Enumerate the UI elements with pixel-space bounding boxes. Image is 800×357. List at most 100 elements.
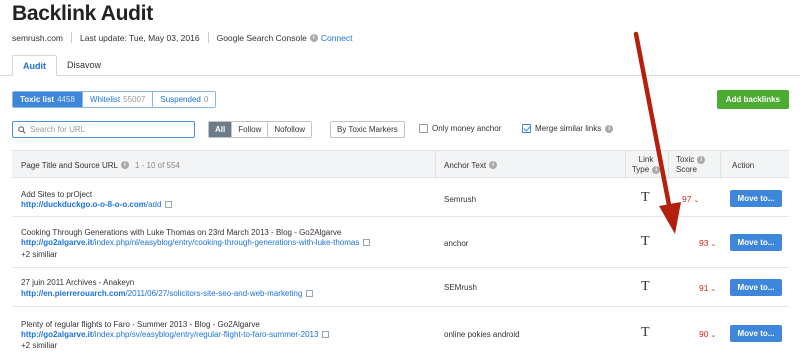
page-title: Backlink Audit [12, 2, 153, 25]
table-row: Cooking Through Generations with Luke Th… [12, 218, 789, 268]
toxic-score-value: 93 [699, 238, 709, 248]
divider [435, 151, 436, 179]
row-title: Plenty of regular flights to Faro - Summ… [21, 320, 260, 329]
col-anchor-text[interactable]: Anchor Text i [444, 151, 498, 179]
search-box [12, 121, 195, 138]
project-domain: semrush.com [12, 32, 64, 43]
table-header: Page Title and Source URL i 1 - 10 of 55… [12, 150, 789, 179]
url-path[interactable]: /add [146, 200, 162, 209]
tab-audit[interactable]: Audit [12, 55, 57, 76]
row-title: 27 juin 2011 Archives - Anakeyn [21, 278, 135, 287]
whitelist-button[interactable]: Whitelist 55007 [82, 92, 154, 107]
col-link-type[interactable]: Link Type i [631, 151, 661, 179]
col-link-type-label-1: Link [638, 155, 654, 164]
checkbox[interactable] [419, 124, 428, 133]
external-link-icon[interactable] [306, 290, 314, 297]
toxic-score-value: 97 [682, 194, 692, 204]
gsc-label: Google Search Console [216, 32, 307, 43]
row-url[interactable]: http://go2algarve.it/index.php/sv/easybl… [21, 330, 330, 339]
url-domain[interactable]: http://go2algarve.it [21, 238, 93, 247]
toxic-list-count: 4458 [57, 95, 75, 104]
chevron-down-icon: ⌄ [693, 197, 700, 204]
divider [720, 151, 721, 179]
col-action-label: Action [732, 160, 755, 170]
external-link-icon[interactable] [165, 201, 173, 208]
divider [625, 151, 626, 179]
search-icon [18, 126, 26, 134]
url-path[interactable]: /2011/06/27/solicitors-site-seo-and-web-… [125, 289, 302, 298]
info-icon[interactable]: i [489, 161, 498, 169]
table-row: Plenty of regular flights to Faro - Summ… [12, 308, 789, 357]
whitelist-label: Whitelist [89, 95, 121, 104]
info-icon[interactable]: i [605, 124, 614, 133]
tab-bar: Audit Disavow [12, 55, 111, 76]
move-to-button[interactable]: Move to... [730, 234, 782, 251]
similar-count[interactable]: +2 similiar [21, 250, 57, 259]
suspended-button[interactable]: Suspended 0 [153, 92, 216, 107]
chevron-down-icon: ⌄ [710, 286, 717, 293]
filter-all[interactable]: All [209, 122, 233, 137]
toxic-score[interactable]: 93 ⌄ [699, 238, 716, 248]
col-link-type-label-2: Type [631, 165, 650, 174]
only-money-anchor-checkbox[interactable]: Only money anchor [419, 124, 501, 133]
table-row: Add Sites to prOject http://duckduckgo.o… [12, 179, 789, 217]
col-action: Action [732, 151, 754, 179]
row-url[interactable]: http://duckduckgo.o-o-8-o-o.com/add [21, 200, 173, 209]
filter-nofollow[interactable]: Nofollow [268, 122, 312, 137]
toxic-score[interactable]: 91 ⌄ [699, 283, 716, 293]
merge-similar-links-checkbox[interactable]: Merge similar links i [522, 124, 614, 133]
external-link-icon[interactable] [322, 331, 330, 338]
suspended-count: 0 [203, 95, 209, 104]
url-path[interactable]: /index.php/sv/easyblog/entry/regular-fli… [93, 330, 319, 339]
col-link-type-row-2: Type i [631, 165, 661, 175]
link-type-text-icon: T [641, 190, 650, 205]
row-title: Cooking Through Generations with Luke Th… [21, 228, 342, 237]
url-domain[interactable]: http://en.pierrerouarch.com [21, 289, 125, 298]
result-range: 1 - 10 of 554 [134, 160, 180, 170]
url-domain[interactable]: http://go2algarve.it [21, 330, 93, 339]
move-to-button[interactable]: Move to... [730, 325, 782, 342]
link-type-text-icon: T [641, 279, 650, 294]
url-domain[interactable]: http://duckduckgo.o-o-8-o-o.com [21, 200, 146, 209]
chevron-down-icon: ⌄ [710, 241, 717, 248]
divider [668, 151, 669, 179]
link-type-text-icon: T [641, 234, 650, 249]
move-to-button[interactable]: Move to... [730, 190, 782, 207]
follow-filter: All Follow Nofollow [208, 121, 313, 138]
col-toxic-score-row-1: Toxic i [676, 155, 706, 165]
anchor-text: anchor [444, 239, 469, 248]
tab-disavow[interactable]: Disavow [57, 55, 111, 76]
col-page-title[interactable]: Page Title and Source URL i 1 - 10 of 55… [21, 151, 180, 179]
filter-follow[interactable]: Follow [232, 122, 269, 137]
last-update: Last update: Tue, May 03, 2016 [80, 32, 200, 43]
only-money-anchor-label: Only money anchor [432, 124, 502, 133]
toxic-markers-button[interactable]: By Toxic Markers [330, 121, 405, 138]
url-path[interactable]: /index.php/nl/easyblog/entry/cooking-thr… [93, 238, 360, 247]
search-input[interactable] [30, 123, 190, 136]
row-url[interactable]: http://en.pierrerouarch.com/2011/06/27/s… [21, 289, 314, 298]
external-link-icon[interactable] [363, 239, 371, 246]
info-icon[interactable]: i [652, 166, 661, 174]
col-toxic-score-label-2: Score [676, 165, 697, 174]
info-icon[interactable]: i [309, 33, 318, 42]
col-toxic-score-label-1: Toxic [676, 155, 695, 164]
divider [71, 32, 73, 43]
tab-divider [0, 75, 800, 76]
anchor-text: Semrush [444, 195, 477, 204]
toxic-list-label: Toxic list [20, 95, 55, 104]
info-icon[interactable]: i [120, 161, 129, 169]
list-switcher: Toxic list 4458 Whitelist 55007 Suspended 0 [12, 91, 217, 108]
toxic-score[interactable]: 97 ⌄ [682, 194, 699, 204]
info-icon[interactable]: i [697, 156, 706, 164]
col-toxic-score[interactable]: Toxic i Score [676, 151, 706, 179]
toxic-list-button[interactable]: Toxic list 4458 [13, 92, 83, 107]
connect-link[interactable]: Connect [321, 33, 353, 43]
whitelist-count: 55007 [123, 95, 146, 104]
checkbox-checked[interactable] [522, 124, 531, 133]
similar-count[interactable]: +2 similiar [21, 341, 57, 350]
col-anchor-text-label: Anchor Text [444, 160, 487, 170]
move-to-button[interactable]: Move to... [730, 279, 782, 296]
add-backlinks-button[interactable]: Add backlinks [716, 90, 789, 109]
toxic-score[interactable]: 90 ⌄ [699, 329, 716, 339]
row-url[interactable]: http://go2algarve.it/index.php/nl/easybl… [21, 238, 371, 247]
